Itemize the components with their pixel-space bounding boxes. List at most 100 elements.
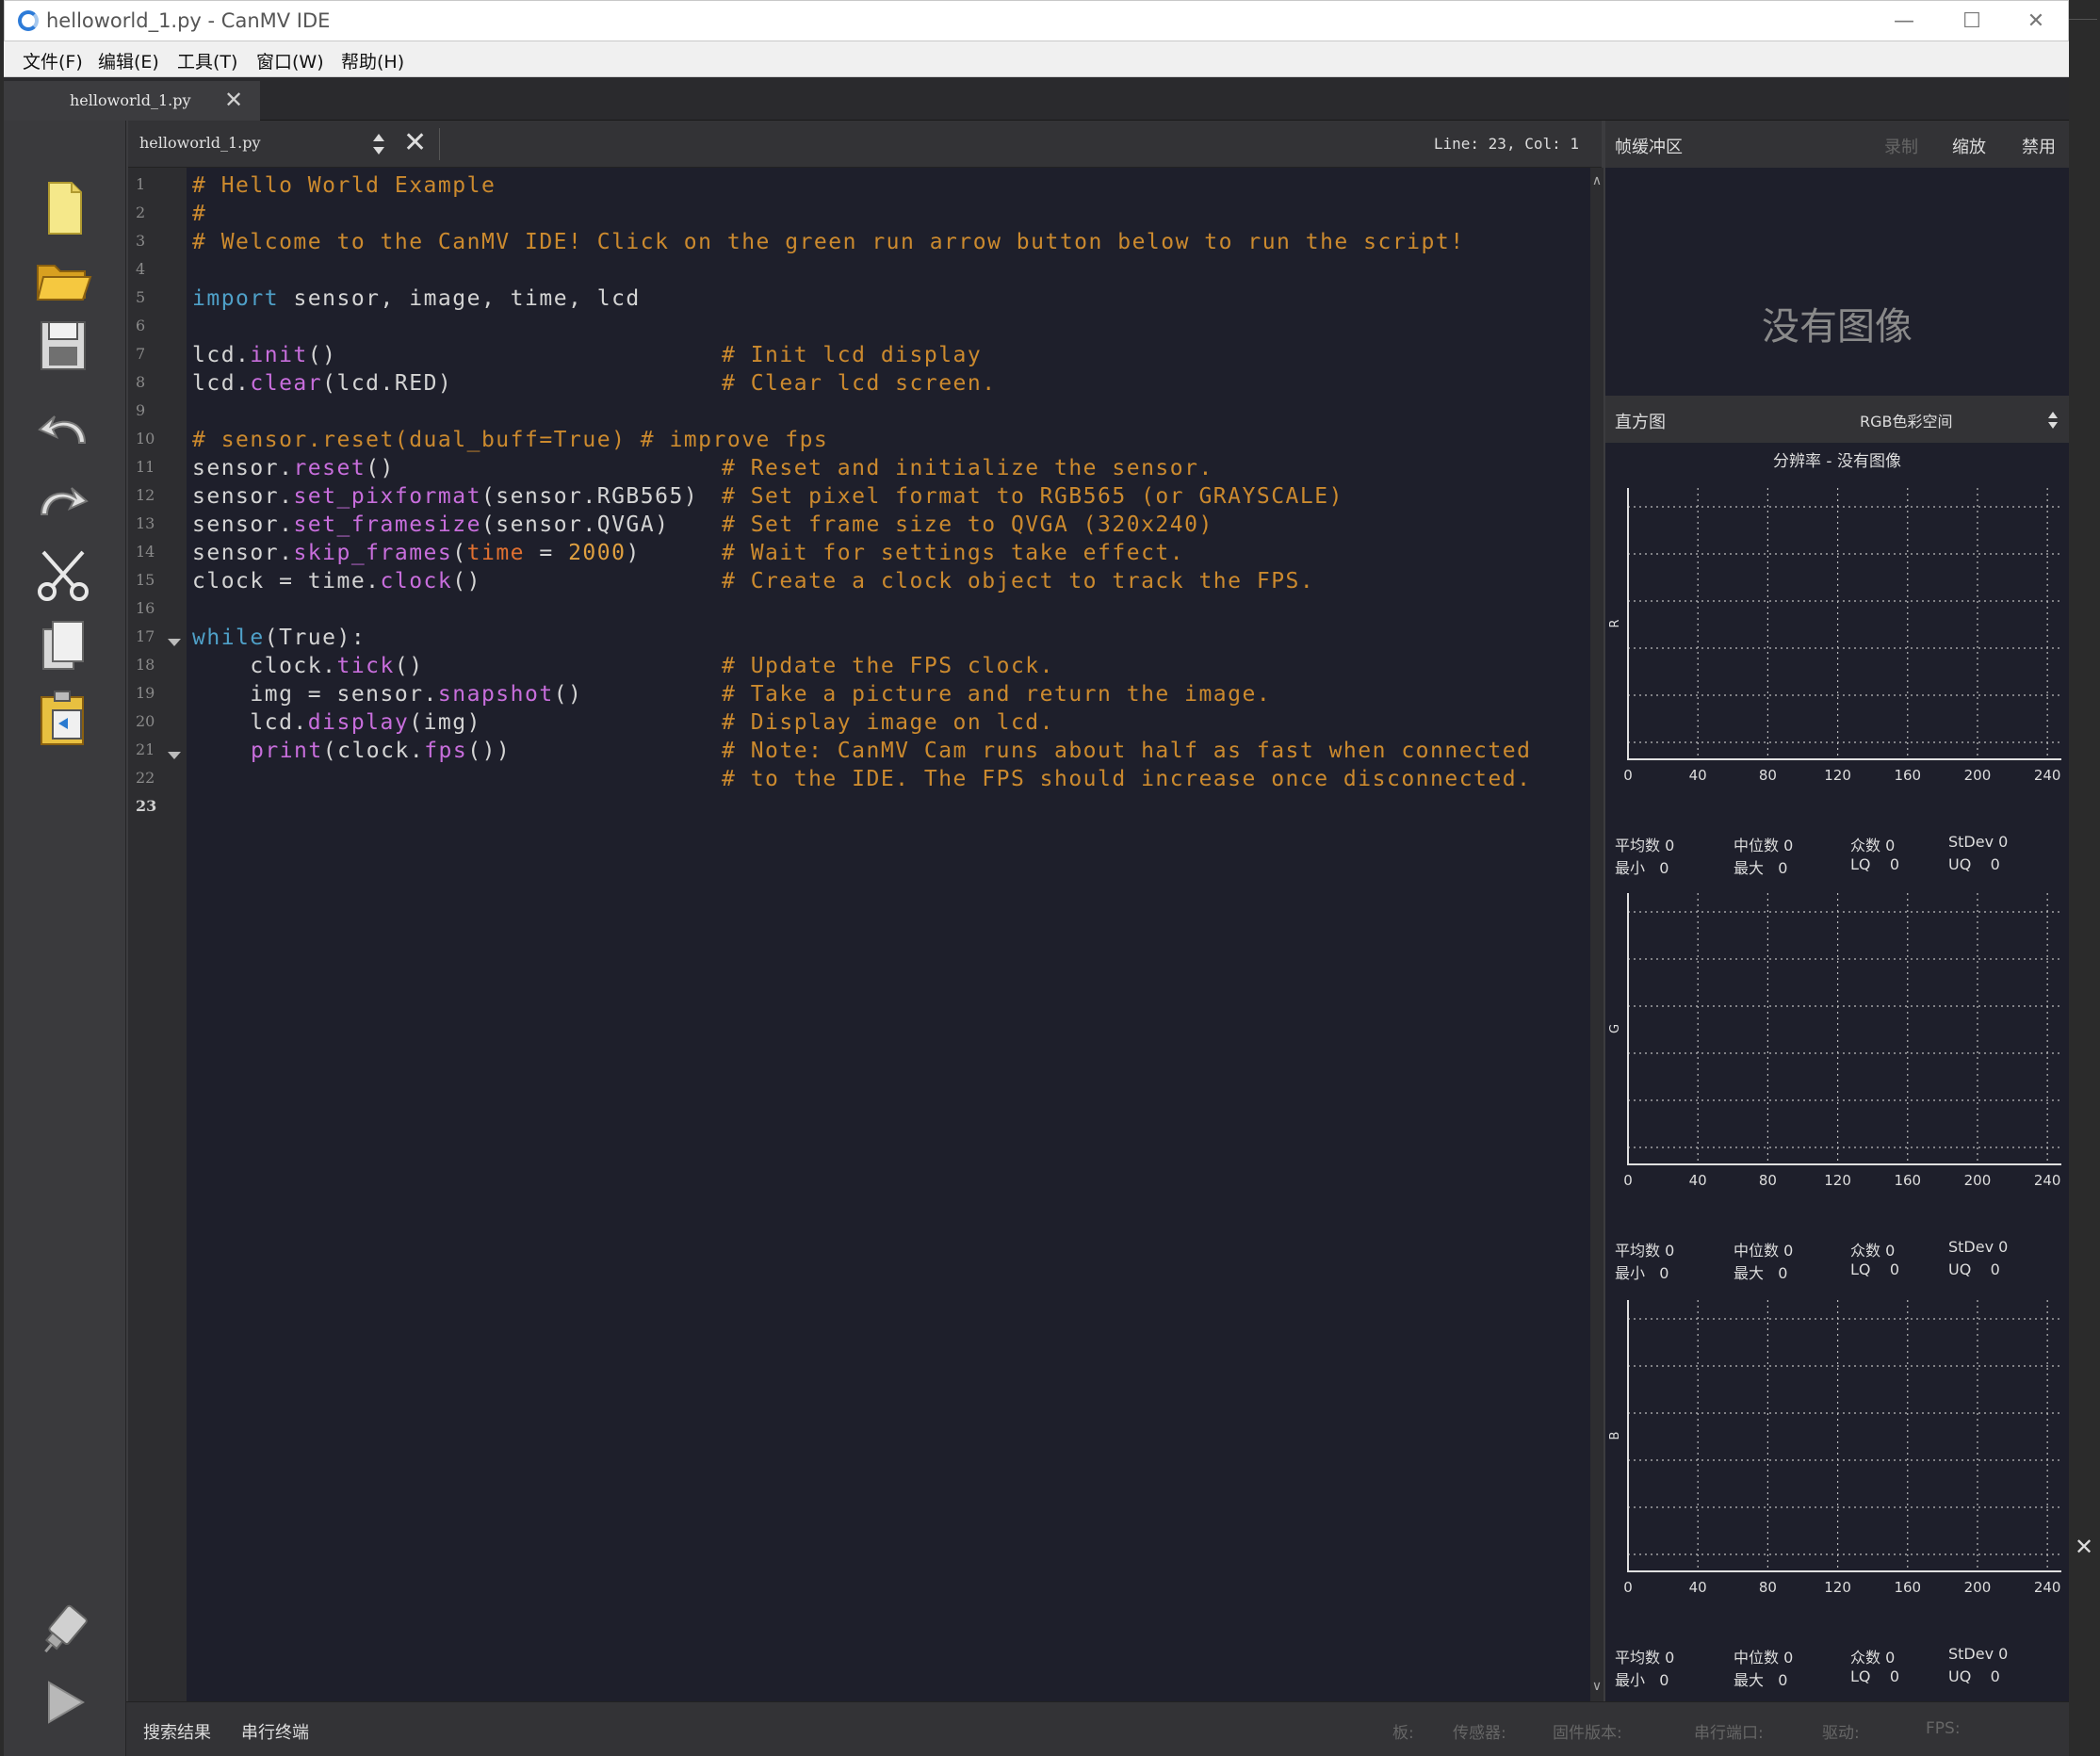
line-number-gutter: 1 2 3 4 5 6 7 8 9 10 11 12 13 14 15 16 17 18 19 20 21 22 23 (128, 168, 187, 1701)
redo-icon[interactable] (32, 473, 94, 535)
open-folder-icon[interactable] (32, 247, 94, 309)
fold-arrow-icon[interactable] (168, 752, 181, 759)
menu-tools[interactable]: 工具(T) (177, 48, 237, 73)
code-text: ) (626, 541, 641, 565)
code-line: # Hello World Example (192, 173, 497, 198)
colorspace-select[interactable]: RGB色彩空间 (1860, 409, 1953, 431)
copy-icon[interactable] (32, 616, 94, 678)
line-number: 12 (136, 486, 155, 504)
record-button[interactable]: 录制 (1884, 134, 1918, 158)
menu-file[interactable]: 文件(F) (23, 48, 83, 73)
code-line: sensor.set_pixformat(sensor.RGB565) (192, 484, 698, 509)
stat-median: 中位数 0 (1734, 837, 1794, 854)
maximize-icon[interactable]: ☐ (1938, 1, 2006, 42)
line-number: 3 (136, 232, 146, 250)
code-text: () (307, 343, 337, 367)
tick-label: 200 (1964, 1579, 1992, 1596)
code-text: () (366, 456, 395, 480)
line-number: 22 (136, 769, 155, 787)
stat-stdev: StDev 0 (1948, 833, 2009, 851)
run-icon[interactable] (32, 1671, 94, 1733)
code-comment: # Init lcd display (722, 343, 983, 367)
editor-header: helloworld_1.py ✕ Line: 23, Col: 1 (128, 121, 1602, 168)
driver-label: 驱动: (1822, 1724, 1860, 1743)
tick-label: 80 (1759, 1172, 1777, 1189)
scroll-up-icon[interactable]: ∧ (1590, 173, 1603, 188)
code-comment: # Wait for settings take effect. (722, 541, 1185, 565)
fold-arrow-icon[interactable] (168, 639, 181, 646)
code-text: (img) (409, 710, 481, 735)
search-results-tab[interactable]: 搜索结果 (143, 1719, 211, 1744)
file-selector[interactable]: helloworld_1.py (139, 134, 261, 152)
close-window-icon[interactable]: ✕ (2002, 1, 2070, 42)
channel-label: B (1608, 1432, 1622, 1440)
undo-icon[interactable] (32, 401, 94, 463)
menu-window[interactable]: 窗口(W) (256, 48, 324, 73)
disable-button[interactable]: 禁用 (2022, 134, 2056, 158)
colorspace-updown-icon[interactable] (2046, 409, 2059, 431)
line-number: 7 (136, 345, 146, 363)
menu-help[interactable]: 帮助(H) (341, 48, 404, 73)
histogram-g-stats: 平均数 0 中位数 0 众数 0 StDev 0 最小 0 最大 0 LQ 0 UQ 0 (1605, 1234, 2069, 1282)
tab-label: helloworld_1.py (70, 91, 191, 109)
close-icon[interactable]: ✕ (2075, 1534, 2093, 1560)
tick-label: 200 (1964, 767, 1992, 784)
channel-label: R (1608, 619, 1622, 627)
stat-lq: LQ 0 (1850, 1667, 1900, 1685)
tick-label: 0 (1623, 1579, 1633, 1596)
serial-terminal-tab[interactable]: 串行终端 (241, 1719, 309, 1744)
code-line: # sensor.reset(dual_buff=True) # improve… (192, 428, 829, 452)
code-text: sensor. (192, 456, 294, 480)
tab-helloworld[interactable]: helloworld_1.py ✕ (4, 81, 260, 121)
firmware-label: 固件版本: (1553, 1724, 1622, 1743)
serial-port-label: 串行端口: (1694, 1724, 1764, 1743)
tick-label: 160 (1894, 1579, 1921, 1596)
file-selector-updown-icon[interactable] (369, 130, 388, 158)
code-text: (sensor.QVGA) (480, 512, 670, 537)
tick-label: 160 (1894, 767, 1921, 784)
close-tab-icon[interactable]: ✕ (224, 87, 243, 113)
code-line: import sensor, image, time, lcd (192, 286, 641, 311)
histogram-r: R 0 40 80 120 160 200 240 (1605, 480, 2069, 791)
code-editor[interactable]: # Hello World Example # # Welcome to the… (187, 168, 1590, 1701)
code-text: lcd. (192, 371, 251, 396)
keyword: while (192, 626, 265, 650)
function-name: display (307, 710, 410, 735)
save-icon[interactable] (32, 315, 94, 377)
zoom-button[interactable]: 缩放 (1952, 134, 1986, 158)
code-line: clock.tick() (192, 654, 424, 678)
line-number: 13 (136, 514, 155, 532)
code-line: print(clock.fps()) (251, 739, 511, 763)
code-line: while(True): (192, 626, 366, 650)
menu-edit[interactable]: 编辑(E) (98, 48, 159, 73)
tick-label: 240 (2034, 1579, 2061, 1596)
code-line: lcd.clear(lcd.RED) (192, 371, 452, 396)
window-title: helloworld_1.py - CanMV IDE (46, 9, 331, 32)
code-text: () (553, 682, 583, 707)
code-text: sensor. (192, 484, 294, 509)
cut-icon[interactable] (32, 545, 94, 607)
close-document-icon[interactable]: ✕ (403, 126, 427, 159)
editor-scrollbar[interactable]: ∧ ∨ (1590, 168, 1603, 1701)
line-number: 2 (136, 203, 146, 221)
stat-uq: UQ 0 (1948, 1667, 2000, 1685)
paste-icon[interactable] (32, 688, 94, 750)
parameter-name: time (466, 541, 526, 565)
connect-icon[interactable] (32, 1600, 94, 1662)
tick-label: 80 (1759, 767, 1777, 784)
board-label: 板: (1392, 1724, 1414, 1743)
function-name: fps (424, 739, 468, 763)
stat-mean: 平均数 0 (1615, 837, 1675, 854)
function-name: init (250, 343, 308, 367)
framebuffer-title: 帧缓冲区 (1615, 138, 1683, 157)
stat-stdev: StDev 0 (1948, 1238, 2009, 1256)
new-file-icon[interactable] (32, 177, 94, 239)
minimize-icon[interactable]: — (1870, 1, 1938, 42)
resolution-label: 分辨率 - 没有图像 (1773, 452, 1901, 471)
background-edge: ✕ (2069, 0, 2100, 1756)
line-number: 16 (136, 599, 155, 617)
channel-label: G (1608, 1024, 1622, 1033)
keyword: import (192, 286, 280, 311)
code-text: (lcd.RED) (322, 371, 453, 396)
scroll-down-icon[interactable]: ∨ (1590, 1679, 1603, 1694)
